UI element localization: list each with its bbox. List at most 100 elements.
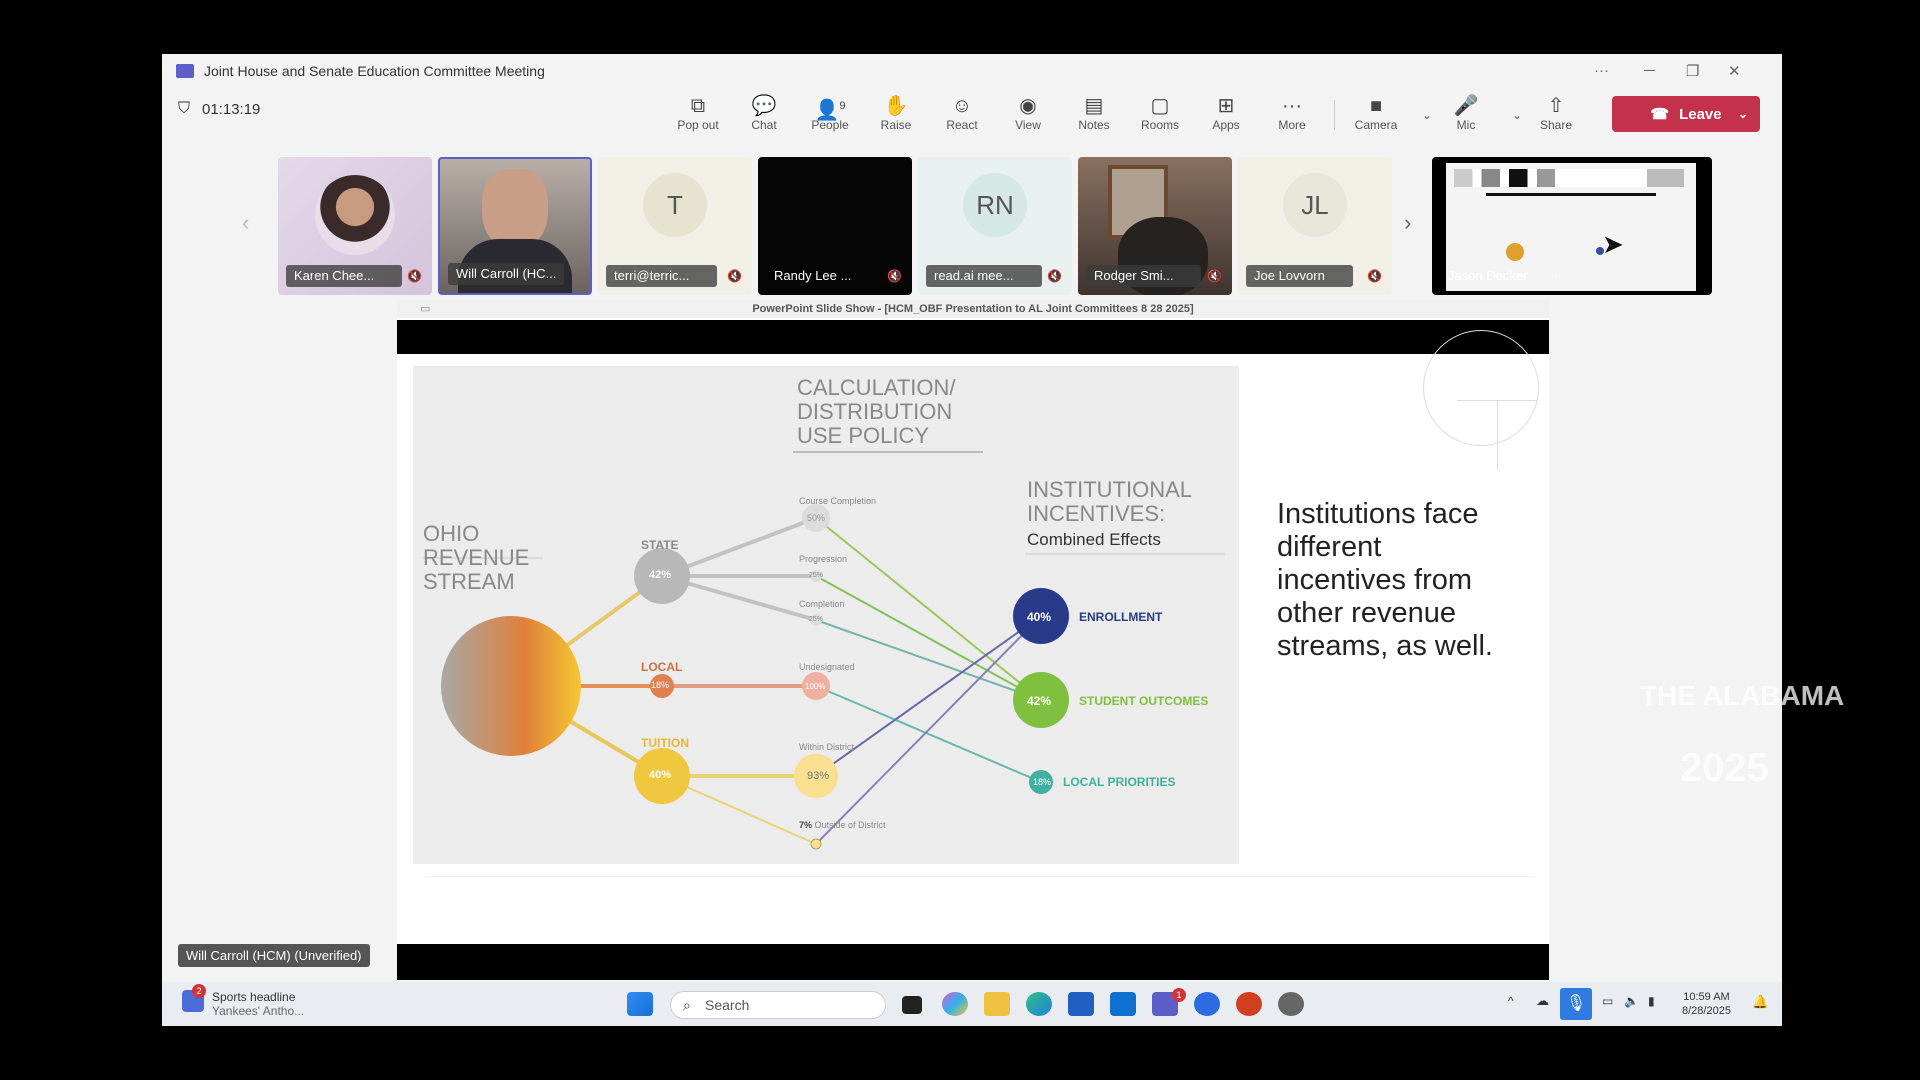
policy-value: 25% — [809, 572, 824, 579]
zoom-icon[interactable] — [1194, 992, 1220, 1016]
participant-tile[interactable]: Rodger Smi... 🔇 — [1078, 157, 1232, 295]
slide-divider — [425, 876, 1535, 877]
notifications-icon[interactable]: 🔔 — [1752, 994, 1768, 1010]
participant-tile[interactable]: T terri@terric... 🔇 — [598, 157, 752, 295]
raise-hand-button[interactable]: ✋ Raise — [868, 94, 924, 132]
outlook-icon[interactable] — [1110, 992, 1136, 1016]
close-button[interactable]: ✕ — [1728, 62, 1741, 80]
slide-controls-icon[interactable]: ▭ — [420, 302, 430, 315]
strip-prev-icon[interactable]: ‹ — [242, 210, 249, 236]
infographic-image: CALCULATION/DISTRIBUTION USE POLICY OHIO R… — [413, 366, 1239, 864]
view-button[interactable]: ◉ View — [1000, 94, 1056, 132]
participant-name: Karen Chee... — [286, 265, 403, 287]
letterbox-top — [397, 320, 1549, 354]
store-icon[interactable] — [1068, 992, 1094, 1016]
flow-line — [815, 575, 1042, 701]
view-icon: ◉ — [1019, 95, 1037, 117]
powerpoint-icon[interactable] — [1236, 992, 1262, 1016]
policy-label: Progression — [799, 554, 848, 564]
screen-share-thumbnail[interactable]: ➤ Jason Decker ··· — [1432, 157, 1712, 295]
strip-next-icon[interactable]: › — [1404, 210, 1411, 236]
taskbar-search[interactable]: ⌕ Search — [670, 991, 886, 1019]
settings-icon[interactable] — [1278, 992, 1304, 1016]
teams-logo-icon — [176, 64, 194, 78]
slide-body-text: Institutions face different incentives f… — [1277, 498, 1493, 662]
notification-badge: 2 — [192, 984, 206, 998]
more-options-icon[interactable]: ··· — [1594, 62, 1609, 79]
react-button[interactable]: ☺ React — [934, 94, 990, 132]
decorative-line — [1457, 400, 1537, 401]
pop-out-button[interactable]: ⧉ Pop out — [670, 94, 726, 132]
edge-browser-icon[interactable] — [1026, 992, 1052, 1016]
apps-button[interactable]: ⊞ Apps — [1198, 94, 1254, 132]
chat-button[interactable]: 💬 Chat — [736, 94, 792, 132]
pop-out-icon: ⧉ — [690, 95, 706, 117]
toolbar-divider — [1334, 100, 1335, 130]
revenue-stream-circle — [441, 616, 581, 756]
participant-tile[interactable]: RN read.ai mee... 🔇 — [918, 157, 1072, 295]
news-widget[interactable]: 2 Sports headline Yankees' Antho... — [182, 984, 304, 1018]
decorative-circle — [1423, 330, 1539, 446]
onedrive-icon[interactable]: ☁ — [1536, 993, 1549, 1009]
network-icon[interactable]: ▭ — [1602, 994, 1613, 1008]
rooms-button[interactable]: ▢ Rooms — [1132, 94, 1188, 132]
powerpoint-window-title: PowerPoint Slide Show - [HCM_OBF Present… — [397, 300, 1549, 318]
more-button[interactable]: ··· More — [1264, 94, 1320, 132]
flow-line — [815, 615, 1042, 777]
participant-name: Jason Decker — [1448, 268, 1528, 283]
minimize-button[interactable]: ─ — [1644, 62, 1655, 79]
file-explorer-icon[interactable] — [984, 992, 1010, 1016]
participant-strip: ‹ Karen Chee... 🔇 Will Carroll (HC... T … — [162, 154, 1782, 296]
leave-options-chevron-icon[interactable]: ⌄ — [1738, 107, 1748, 121]
copilot-icon[interactable] — [942, 992, 968, 1016]
participant-tile[interactable]: Randy Lee ... 🔇 — [758, 157, 912, 295]
task-view-icon[interactable] — [902, 996, 922, 1014]
source-label: OHIO REVENUE STREAM — [423, 521, 530, 594]
flow-line — [815, 685, 1042, 783]
stream-label: TUITION — [641, 736, 689, 750]
muted-mic-icon: 🔇 — [887, 269, 902, 283]
windows-start-icon[interactable] — [627, 992, 653, 1016]
restore-button[interactable]: ❐ — [1686, 62, 1699, 80]
notes-button[interactable]: ▤ Notes — [1066, 94, 1122, 132]
incentives-heading: INSTITUTIONAL INCENTIVES: — [1027, 477, 1193, 526]
participant-tile-active-speaker[interactable]: Will Carroll (HC... — [438, 157, 592, 295]
participant-video — [482, 169, 548, 249]
avatar-initials: RN — [963, 173, 1027, 237]
search-icon: ⌕ — [683, 997, 691, 1013]
share-icon: ⇧ — [1547, 95, 1565, 117]
show-hidden-icons-chevron-icon[interactable]: ^ — [1508, 994, 1514, 1008]
flow-line — [815, 619, 1042, 701]
camera-options-chevron-icon[interactable]: ⌄ — [1422, 108, 1432, 122]
microphone-in-use-icon[interactable]: 🎙 — [1560, 988, 1592, 1020]
avatar — [315, 175, 395, 255]
meeting-timer: ⛉ 01:13:19 — [178, 100, 260, 118]
muted-mic-icon: 🔇 — [1207, 269, 1222, 283]
participant-tile[interactable]: JL Joe Lovvorn 🔇 — [1238, 157, 1392, 295]
mic-button[interactable]: 🎤 Mic — [1438, 94, 1494, 132]
participant-name: read.ai mee... — [926, 265, 1042, 287]
policy-value: 93% — [807, 770, 830, 782]
policy-label: 7% Outside of District — [799, 820, 886, 830]
shield-icon: ⛉ — [178, 100, 191, 117]
mic-options-chevron-icon[interactable]: ⌄ — [1512, 108, 1522, 122]
volume-icon[interactable]: 🔈 — [1624, 994, 1639, 1008]
camera-button[interactable]: ■ Camera — [1348, 94, 1404, 132]
people-button[interactable]: 👤9 People — [802, 94, 858, 132]
infographic-heading: CALCULATION/DISTRIBUTION USE POLICY — [797, 375, 956, 448]
participant-tile[interactable]: Karen Chee... 🔇 — [278, 157, 432, 295]
people-count: 9 — [839, 100, 846, 112]
apps-icon: ⊞ — [1217, 95, 1235, 117]
outcome-label: STUDENT OUTCOMES — [1079, 694, 1209, 708]
system-clock[interactable]: 10:59 AM 8/28/2025 — [1682, 990, 1731, 1018]
more-options-icon[interactable]: ··· — [1550, 269, 1562, 283]
leave-button[interactable]: ☎ Leave ⌄ — [1612, 96, 1760, 132]
stream-label: STATE — [641, 538, 679, 552]
policy-value: 50% — [807, 513, 826, 523]
participant-name: terri@terric... — [606, 265, 718, 287]
policy-label: Undesignated — [799, 662, 855, 672]
share-button[interactable]: ⇧ Share — [1528, 94, 1584, 132]
title-bar: Joint House and Senate Education Committ… — [162, 54, 1782, 88]
window-title: Joint House and Senate Education Committ… — [204, 63, 545, 79]
battery-icon[interactable]: ▮ — [1648, 994, 1655, 1008]
